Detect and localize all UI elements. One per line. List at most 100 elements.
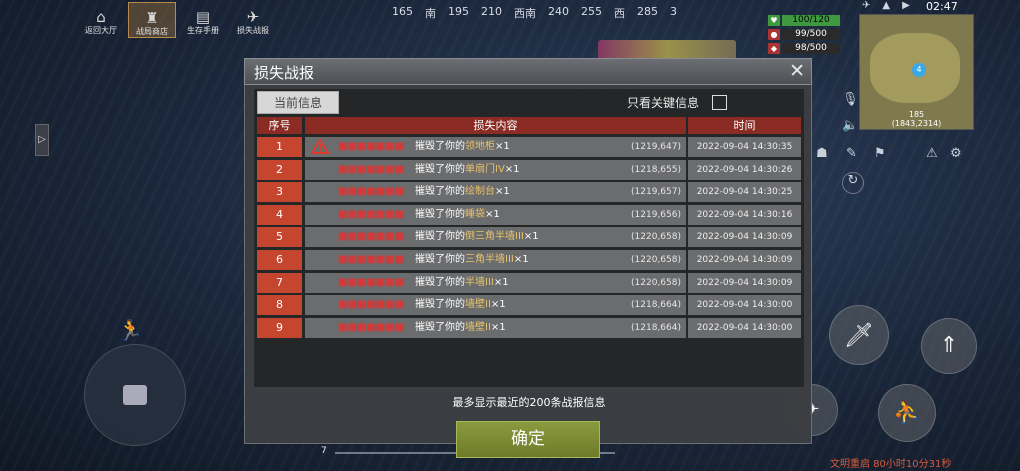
loss-description: 摧毁了你的三角半墙III×1 <box>415 250 529 270</box>
mask-icon[interactable]: ☗ <box>816 146 828 161</box>
jump-button[interactable]: ⇑ <box>921 318 977 374</box>
loss-coordinates: (1219,657) <box>631 187 681 198</box>
clock: 02:47 <box>926 0 958 13</box>
sprint-toggle-icon[interactable]: ↻ <box>842 172 864 194</box>
speaker-icon[interactable]: 🔈 <box>842 118 858 133</box>
verb-text: 摧毁了你的 <box>415 231 465 243</box>
expand-panel-tab[interactable]: ▷ <box>35 124 49 156</box>
menu-label: 生存手册 <box>187 26 219 35</box>
loss-coordinates: (1218,664) <box>631 300 681 311</box>
table-row[interactable]: 5 ■■■■■■■ 摧毁了你的倒三角半墙III×1 (1220,658) 2022-09… <box>257 227 801 248</box>
dialog-body: 当前信息 只看关键信息 序号 损失内容 时间 1 ■■■■■■■ 摧毁了你的领地柜×… <box>244 85 812 458</box>
row-content: ■■■■■■■ 摧毁了你的睡袋×1 (1219,656) <box>305 204 686 225</box>
health-value: 100/120 <box>782 15 840 26</box>
report-panel: 当前信息 只看关键信息 序号 损失内容 时间 1 ■■■■■■■ 摧毁了你的领地柜×… <box>254 89 804 409</box>
loss-coordinates: (1220,658) <box>631 232 681 243</box>
confirm-button[interactable]: 确定 <box>456 421 600 458</box>
footnote: 最多显示最近的200条战报信息 <box>452 396 606 409</box>
minimap[interactable]: 4 185 (1843,2314) <box>859 14 974 130</box>
row-number: 1 <box>257 137 302 157</box>
loss-coordinates: (1219,656) <box>631 209 681 220</box>
compass-tick: 西南 <box>514 7 536 20</box>
menu-loss-report[interactable]: ✈ 损失战报 <box>230 2 276 36</box>
menu-battle-shop[interactable]: ♜ 战局商店 <box>128 2 176 38</box>
table-header: 序号 损失内容 时间 <box>257 117 801 134</box>
row-time: 2022-09-04 14:30:09 <box>688 272 801 293</box>
row-number: 9 <box>257 317 302 338</box>
verb-text: 摧毁了你的 <box>415 321 465 333</box>
alert-icon[interactable]: ⚠ <box>926 146 938 161</box>
run-icon[interactable]: 🏃 <box>118 318 143 342</box>
compass-bar: 165 南 195 210 西南 240 255 西 285 3 <box>392 5 677 21</box>
menu-return-lobby[interactable]: ⌂ 返回大厅 <box>78 2 124 36</box>
verb-text: 摧毁了你的 <box>415 253 465 265</box>
compass-tick: 210 <box>481 5 502 18</box>
health-icon: ♥ <box>768 15 780 26</box>
table-row[interactable]: 2 ■■■■■■■ 摧毁了你的单扇门IV×1 (1218,655) 2022-09-04… <box>257 159 801 180</box>
loss-coordinates: (1218,655) <box>631 164 681 175</box>
row-content: ■■■■■■■ 摧毁了你的墙壁II×1 (1218,664) <box>305 317 686 338</box>
dialog-title: 损失战报 <box>254 64 315 82</box>
crouch-button[interactable]: ⛹ <box>878 384 936 442</box>
lock-icon <box>123 385 147 405</box>
loss-description: 摧毁了你的单扇门IV×1 <box>415 160 520 180</box>
loss-description: 摧毁了你的倒三角半墙III×1 <box>415 227 539 247</box>
loss-description: 摧毁了你的睡袋×1 <box>415 205 500 225</box>
loss-coordinates: (1220,658) <box>631 254 681 265</box>
row-time: 2022-09-04 14:30:25 <box>688 182 801 203</box>
item-name: 墙壁II <box>465 299 491 311</box>
row-number: 4 <box>257 204 302 225</box>
book-icon: ▤ <box>195 8 211 26</box>
item-qty: ×1 <box>490 299 506 311</box>
col-header-content: 损失内容 <box>305 117 686 134</box>
food-value: 99/500 <box>782 29 840 40</box>
knife-attack-button[interactable]: 🗡 <box>829 305 889 365</box>
table-row[interactable]: 6 ■■■■■■■ 摧毁了你的三角半墙III×1 (1220,658) 2022-09-… <box>257 249 801 270</box>
food-icon: ● <box>768 29 780 40</box>
row-content: ■■■■■■■ 摧毁了你的墙壁II×1 (1218,664) <box>305 295 686 316</box>
verb-text: 摧毁了你的 <box>415 186 465 198</box>
health-stat: ♥ 100/120 <box>768 14 840 27</box>
pen-icon[interactable]: ✎ <box>846 146 857 161</box>
row-content: ■■■■■■■ 摧毁了你的三角半墙III×1 (1220,658) <box>305 249 686 270</box>
table-row[interactable]: 1 ■■■■■■■ 摧毁了你的领地柜×1 (1219,647) 2022-09-04 1… <box>257 137 801 157</box>
loss-description: 摧毁了你的墙壁II×1 <box>415 318 506 338</box>
microphone-icon[interactable]: 🎙 <box>842 92 859 107</box>
row-content: ■■■■■■■ 摧毁了你的倒三角半墙III×1 (1220,658) <box>305 227 686 248</box>
minimap-coord-line2: (1843,2314) <box>891 119 942 128</box>
table-row[interactable]: 3 ■■■■■■■ 摧毁了你的绘制台×1 (1219,657) 2022-09-04 1… <box>257 182 801 203</box>
table-row[interactable]: 8 ■■■■■■■ 摧毁了你的墙壁II×1 (1218,664) 2022-09-04 … <box>257 295 801 316</box>
row-time: 2022-09-04 14:30:00 <box>688 317 801 338</box>
item-name: 三角半墙III <box>465 253 514 265</box>
key-info-checkbox[interactable] <box>712 95 727 110</box>
shop-basket-icon: ♜ <box>145 9 159 27</box>
flag-icon[interactable]: ⚑ <box>874 146 886 161</box>
menu-survival-manual[interactable]: ▤ 生存手册 <box>180 2 226 36</box>
attacker-name: ■■■■■■■ <box>338 276 405 288</box>
tab-current-info[interactable]: 当前信息 <box>257 91 339 114</box>
verb-text: 摧毁了你的 <box>415 208 465 220</box>
gear-icon[interactable]: ⚙ <box>950 146 962 161</box>
warning-triangle-icon <box>311 139 329 154</box>
attacker-name: ■■■■■■■ <box>338 231 405 243</box>
broken-building-icon: ✈ <box>246 8 260 26</box>
item-name: 倒三角半墙III <box>465 231 524 243</box>
item-qty: ×1 <box>523 231 539 243</box>
table-row[interactable]: 4 ■■■■■■■ 摧毁了你的睡袋×1 (1219,656) 2022-09-04 14… <box>257 204 801 225</box>
compass-tick: 3 <box>670 5 677 18</box>
restart-countdown: 文明重启 80小时10分31秒 <box>830 459 952 470</box>
row-time: 2022-09-04 14:30:16 <box>688 204 801 225</box>
close-icon[interactable]: ✕ <box>789 61 805 81</box>
row-time: 2022-09-04 14:30:09 <box>688 249 801 270</box>
verb-text: 摧毁了你的 <box>415 141 465 152</box>
item-name: 领地柜 <box>465 141 495 152</box>
table-row[interactable]: 7 ■■■■■■■ 摧毁了你的半墙III×1 (1220,658) 2022-09-04… <box>257 272 801 293</box>
verb-text: 摧毁了你的 <box>415 299 465 311</box>
row-number: 7 <box>257 272 302 293</box>
menu-label: 损失战报 <box>237 26 269 35</box>
attacker-name: ■■■■■■■ <box>338 299 405 311</box>
movement-joystick[interactable] <box>84 344 186 446</box>
table-row[interactable]: 9 ■■■■■■■ 摧毁了你的墙壁II×1 (1218,664) 2022-09-04 … <box>257 317 801 338</box>
water-value: 98/500 <box>782 43 840 54</box>
row-number: 6 <box>257 249 302 270</box>
